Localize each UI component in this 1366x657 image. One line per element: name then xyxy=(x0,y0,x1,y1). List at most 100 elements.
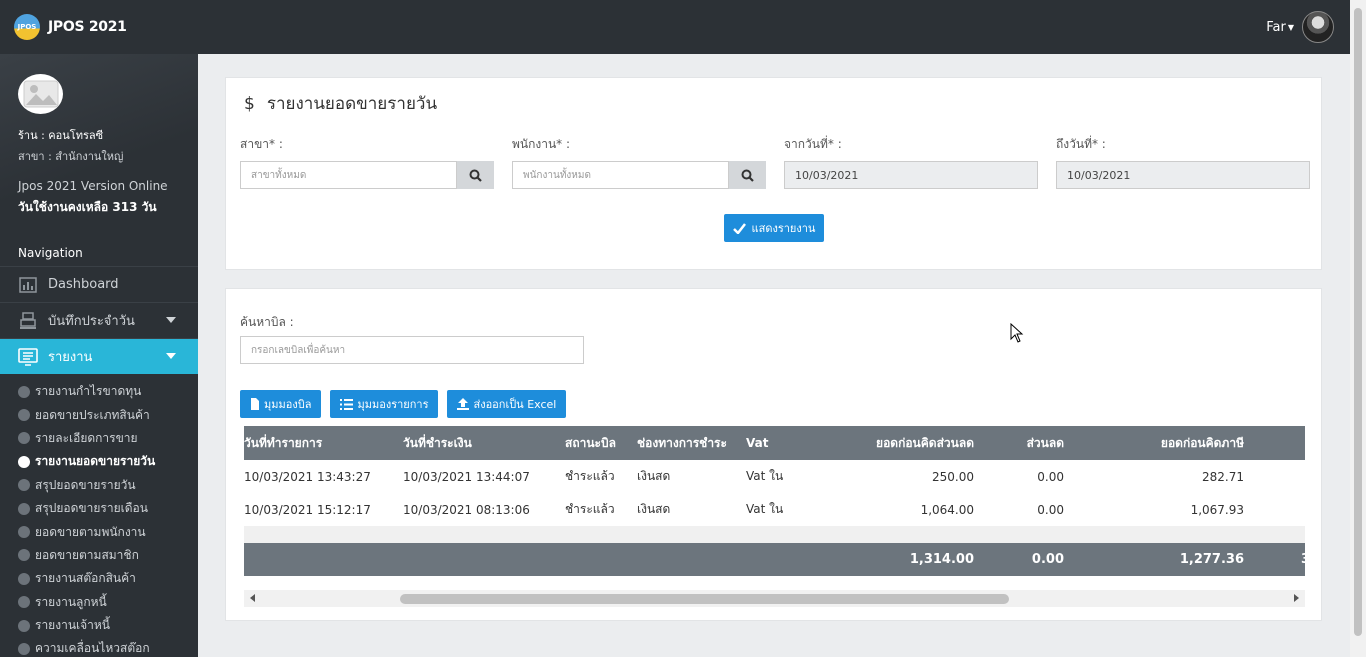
submenu-item[interactable]: รายงานกำไรขาดทุน xyxy=(0,380,198,403)
to-date-input[interactable]: 10/03/2021 xyxy=(1056,161,1310,189)
submenu-label: ยอดขายตามพนักงาน xyxy=(35,524,146,539)
table-cell: ชำระแล้ว xyxy=(565,469,615,483)
bill-view-button[interactable]: มุมมองบิล xyxy=(240,390,322,418)
from-date-label: จากวันที่* : xyxy=(784,137,842,151)
submenu-label: รายงานสต๊อกสินค้า xyxy=(35,571,136,586)
submenu-item[interactable]: รายละเอียดการขาย xyxy=(0,427,198,450)
total-before-discount: 1,314.00 xyxy=(909,552,974,567)
sidebar-item-dashboard[interactable]: Dashboard xyxy=(0,266,198,302)
scroll-right-icon[interactable] xyxy=(1294,594,1299,602)
table-cell: ชำระแล้ว xyxy=(565,502,615,516)
col-header[interactable]: Vat xyxy=(746,426,768,460)
col-header[interactable]: ช่องทางการชำระ xyxy=(637,426,727,460)
bullet-icon xyxy=(18,549,30,562)
show-report-button[interactable]: แสดงรายงาน xyxy=(724,214,824,242)
table-cell: 1,067.93 xyxy=(1190,502,1244,517)
submenu-item[interactable]: ความเคลื่อนไหวสต๊อก xyxy=(0,637,198,657)
staff-search-button[interactable] xyxy=(729,161,766,189)
report-table: วันที่ทำรายการ วันที่ชำระเงิน สถานะบิล ช… xyxy=(244,426,1305,577)
item-view-button[interactable]: มุมมองรายการ xyxy=(330,390,439,418)
table-cell: 10/03/2021 13:44:07 xyxy=(403,469,530,484)
avatar[interactable] xyxy=(1302,11,1334,43)
sidebar: ร้าน : คอนโทรลซี สาขา : สำนักงานใหญ่ Jpo… xyxy=(0,54,198,657)
submenu-label: รายงานเจ้าหนี้ xyxy=(35,618,110,633)
bullet-icon xyxy=(18,455,30,468)
bullet-icon xyxy=(18,502,30,515)
branch-label: สาขา* : xyxy=(240,137,283,151)
staff-input[interactable]: พนักงานทั้งหมด xyxy=(512,161,729,189)
submenu-label: สรุปยอดขายรายวัน xyxy=(35,477,136,492)
table-row[interactable]: 10/03/2021 13:43:27 10/03/2021 13:44:07 … xyxy=(244,460,1305,493)
register-icon xyxy=(18,311,38,330)
sidebar-item-label: Dashboard xyxy=(48,277,119,292)
col-header[interactable]: สถานะบิล xyxy=(565,426,616,460)
submenu-item[interactable]: สรุปยอดขายรายเดือน xyxy=(0,497,198,520)
col-header[interactable]: ยอดก่อนคิดภาษี xyxy=(1074,426,1244,460)
table-cell: 1,064.00 xyxy=(920,502,974,517)
submenu-item[interactable]: ยอดขายตามพนักงาน xyxy=(0,520,198,543)
file-icon xyxy=(251,398,259,410)
from-date-input[interactable]: 10/03/2021 xyxy=(784,161,1038,189)
table-cell: 10/03/2021 13:43:27 xyxy=(244,469,371,484)
table-cell: 10/03/2021 08:13:06 xyxy=(403,502,530,517)
caret-down-icon: ▼ xyxy=(1287,22,1294,32)
table-header: วันที่ทำรายการ วันที่ชำระเงิน สถานะบิล ช… xyxy=(244,426,1305,460)
export-excel-button[interactable]: ส่งออกเป็น Excel xyxy=(447,390,567,418)
submenu-item[interactable]: รายงานลูกหนี้ xyxy=(0,591,198,614)
submenu-item-current[interactable]: รายงานยอดขายรายวัน xyxy=(0,450,198,473)
submenu-item[interactable]: ยอดขายตามสมาชิก xyxy=(0,544,198,567)
branch-search-button[interactable] xyxy=(457,161,494,189)
table-cell: Vat ใน xyxy=(746,502,784,516)
submenu-item[interactable]: ยอดขายประเภทสินค้า xyxy=(0,403,198,426)
item-view-label: มุมมองรายการ xyxy=(357,398,429,411)
branch-input[interactable]: สาขาทั้งหมด xyxy=(240,161,457,189)
table-cell: เงินสด xyxy=(637,502,671,516)
sidebar-item-report[interactable]: รายงาน xyxy=(0,338,198,374)
submenu-label: รายงานยอดขายรายวัน xyxy=(35,454,156,469)
table-cell: 250.00 xyxy=(932,469,974,484)
page-title: $ รายงานยอดขายรายวัน xyxy=(244,90,437,117)
sidebar-item-daily[interactable]: บันทึกประจำวัน xyxy=(0,302,198,338)
bullet-icon xyxy=(18,526,30,539)
col-header[interactable]: ส่วนลด xyxy=(984,426,1064,460)
table-cell: เงินสด xyxy=(637,469,671,483)
table-row[interactable]: 10/03/2021 15:12:17 10/03/2021 08:13:06 … xyxy=(244,493,1305,526)
col-header[interactable]: วันที่ชำระเงิน xyxy=(403,426,472,460)
submenu-item[interactable]: สรุปยอดขายรายวัน xyxy=(0,474,198,497)
view-buttons: มุมมองบิล มุมมองรายการ ส่งออกเป็น Excel xyxy=(240,390,575,418)
scroll-left-icon[interactable] xyxy=(250,594,255,602)
page-scrollbar-thumb[interactable] xyxy=(1354,8,1362,636)
submenu-item[interactable]: รายงานเจ้าหนี้ xyxy=(0,614,198,637)
version-text: Jpos 2021 Version Online xyxy=(18,179,168,193)
remaining-days: วันใช้งานคงเหลือ 313 วัน xyxy=(18,200,157,214)
submenu-label: ความเคลื่อนไหวสต๊อก xyxy=(35,641,150,656)
to-date-label: ถึงวันที่* : xyxy=(1056,137,1106,151)
table-scrollbar-thumb[interactable] xyxy=(400,594,1009,604)
table-spacer xyxy=(244,526,1305,543)
col-header[interactable]: ยอดก่อนคิดส่วนลด xyxy=(804,426,974,460)
top-bar: JPOS JPOS 2021 Far ▼ xyxy=(0,0,1350,54)
list-icon xyxy=(340,398,354,410)
search-icon xyxy=(741,169,754,182)
staff-field: พนักงาน* : พนักงานทั้งหมด xyxy=(512,135,766,189)
table-cell: 10/03/2021 15:12:17 xyxy=(244,502,371,517)
bullet-icon xyxy=(18,596,30,609)
bullet-icon xyxy=(18,619,30,632)
brand[interactable]: JPOS JPOS 2021 xyxy=(14,14,127,40)
page-scrollbar[interactable] xyxy=(1350,0,1366,657)
total-discount: 0.00 xyxy=(1031,552,1064,567)
bill-search-input[interactable]: กรอกเลขบิลเพื่อค้นหา xyxy=(240,336,584,364)
filter-card: $ รายงานยอดขายรายวัน สาขา* : สาขาทั้งหมด… xyxy=(225,77,1322,270)
table-scrollbar[interactable] xyxy=(244,590,1305,607)
app-logo: JPOS xyxy=(14,14,40,40)
total-before-tax: 1,277.36 xyxy=(1179,552,1244,567)
total-next-column: 3 xyxy=(1301,543,1305,576)
user-menu[interactable]: Far ▼ xyxy=(1266,11,1334,43)
upload-icon xyxy=(457,398,470,410)
table-cell: 0.00 xyxy=(1037,469,1064,484)
dollar-icon: $ xyxy=(244,93,255,114)
submenu-item[interactable]: รายงานสต๊อกสินค้า xyxy=(0,567,198,590)
submenu-label: รายงานลูกหนี้ xyxy=(35,594,107,609)
export-excel-label: ส่งออกเป็น Excel xyxy=(473,398,557,411)
col-header[interactable]: วันที่ทำรายการ xyxy=(244,426,322,460)
